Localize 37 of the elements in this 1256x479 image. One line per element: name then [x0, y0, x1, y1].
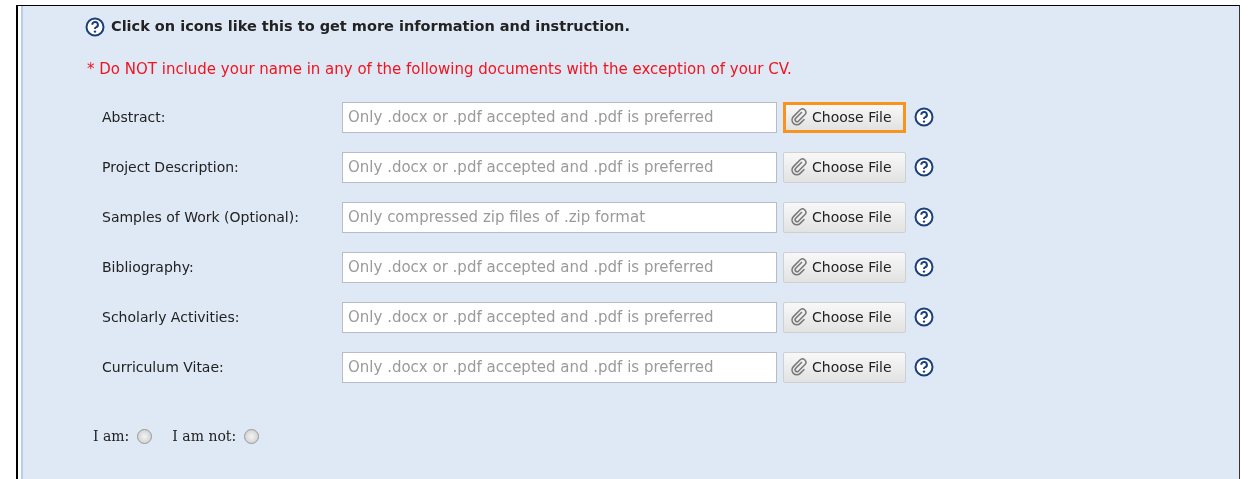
choose-file-button[interactable]: Choose File: [783, 201, 906, 233]
help-icon[interactable]: [914, 307, 934, 328]
choose-file-button[interactable]: Choose File: [783, 101, 906, 133]
paperclip-icon: [790, 308, 808, 327]
help-icon[interactable]: [914, 357, 934, 378]
field-label: Samples of Work (Optional):: [101, 207, 300, 227]
file-field[interactable]: Only .docx or .pdf accepted and .pdf is preferred: [342, 151, 777, 183]
choose-file-button[interactable]: Choose File: [783, 151, 906, 183]
radio-button[interactable]: [137, 429, 153, 445]
radio-label: I am:: [93, 427, 130, 447]
file-field[interactable]: Only .docx or .pdf accepted and .pdf is preferred: [342, 351, 777, 383]
help-icon[interactable]: [914, 107, 934, 128]
help-icon[interactable]: [914, 207, 934, 228]
radio-label: I am not:: [172, 427, 237, 447]
help-icon[interactable]: [914, 157, 934, 178]
choose-file-button[interactable]: Choose File: [783, 301, 906, 333]
paperclip-icon: [790, 258, 808, 277]
field-label: Scholarly Activities:: [101, 307, 241, 327]
field-label: Curriculum Vitae:: [101, 357, 225, 377]
field-label: Bibliography:: [101, 257, 195, 277]
file-field[interactable]: Only compressed zip files of .zip format: [342, 201, 777, 233]
help-icon[interactable]: [914, 257, 934, 278]
choose-file-button[interactable]: Choose File: [783, 351, 906, 383]
warning-text: * Do NOT include your name in any of the following documents with the exception of your CV.: [87, 58, 793, 80]
file-field[interactable]: Only .docx or .pdf accepted and .pdf is preferred: [342, 301, 777, 333]
choose-file-button[interactable]: Choose File: [783, 251, 906, 283]
help-icon[interactable]: [85, 16, 105, 37]
radio-button[interactable]: [244, 429, 260, 445]
file-field[interactable]: Only .docx or .pdf accepted and .pdf is preferred: [342, 251, 777, 283]
field-label: Project Description:: [101, 157, 240, 177]
paperclip-icon: [790, 158, 808, 177]
paperclip-icon: [790, 108, 808, 127]
paperclip-icon: [790, 358, 808, 377]
field-label: Abstract:: [101, 107, 167, 127]
info-text: Click on icons like this to get more information and instruction.: [111, 17, 630, 36]
file-field[interactable]: Only .docx or .pdf accepted and .pdf is preferred: [342, 101, 777, 133]
paperclip-icon: [790, 208, 808, 227]
